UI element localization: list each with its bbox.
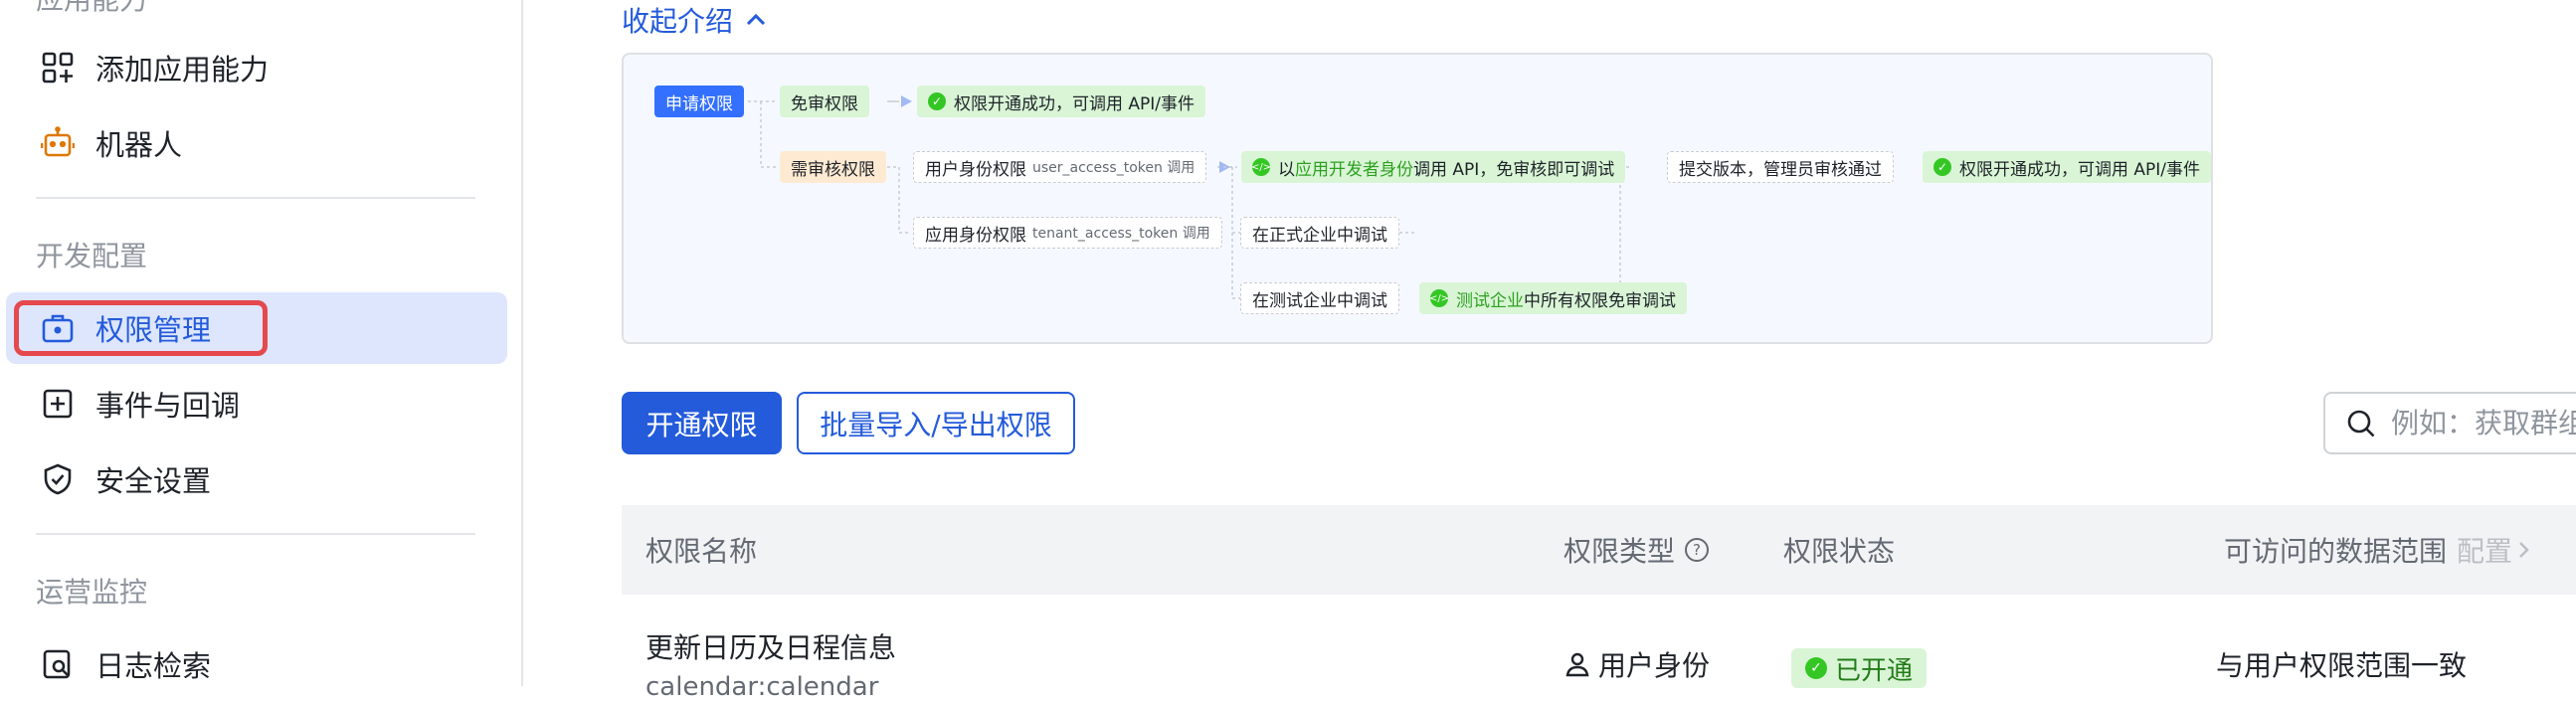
check-circle-icon: ✓: [928, 92, 946, 110]
flow-node-user-auth: 用户身份权限 user_access_token 调用: [913, 151, 1207, 183]
chevron-right-icon: [2519, 542, 2529, 558]
permission-table-header: 权限名称 权限类型 ? 权限状态 可访问的数据范围 配置: [622, 505, 2576, 595]
flow-node-apply: 申请权限: [654, 86, 744, 117]
section-app-capabilities: 应用能力: [36, 0, 147, 18]
column-header-type: 权限类型 ?: [1564, 505, 1710, 595]
enable-permission-button[interactable]: 开通权限: [622, 392, 782, 454]
collapse-intro-label: 收起介绍: [622, 5, 734, 38]
sidebar-item-permissions[interactable]: 权限管理: [6, 292, 507, 364]
flow-node-text: 以: [1278, 159, 1295, 180]
column-header-label: 可访问的数据范围: [2224, 535, 2448, 568]
flow-node-free: 免审权限: [780, 86, 869, 117]
sidebar-item-label: 权限管理: [95, 313, 212, 347]
permission-name: 更新日历及日程信息: [645, 631, 897, 664]
permission-type: 用户身份: [1564, 644, 1710, 684]
permission-search-box[interactable]: [2323, 392, 2576, 454]
developer-icon: </>: [1429, 289, 1449, 307]
flow-node-review: 需审核权限: [780, 151, 886, 183]
table-row[interactable]: 更新日历及日程信息 calendar:calendar 用户身份 ✓ 已开通 与…: [622, 595, 2576, 702]
briefcase-lock-icon: [38, 308, 78, 348]
status-badge-label: 已开通: [1835, 655, 1914, 686]
flow-node-submit: 提交版本，管理员审核通过: [1667, 151, 1894, 183]
sidebar-divider: [36, 533, 475, 535]
flow-node-test-debug: 在测试企业中调试: [1240, 282, 1399, 314]
permission-type-label: 用户身份: [1598, 649, 1711, 682]
sidebar-item-add-capability[interactable]: 添加应用能力: [6, 32, 507, 103]
column-header-status: 权限状态: [1783, 535, 1896, 568]
permission-scope: 与用户权限范围一致: [2216, 649, 2468, 682]
scope-config-link[interactable]: 配置: [2457, 530, 2534, 570]
check-circle-icon: ✓: [1933, 158, 1951, 176]
developer-icon: </>: [1251, 158, 1271, 176]
sidebar-divider: [36, 197, 475, 199]
section-ops-monitor: 运营监控: [36, 576, 148, 609]
sidebar-item-robot[interactable]: 机器人: [6, 107, 507, 179]
flow-node-tenant-auth: 应用身份权限 tenant_access_token 调用: [913, 217, 1222, 249]
collapse-intro-toggle[interactable]: 收起介绍: [622, 0, 769, 40]
robot-icon: [38, 123, 78, 163]
column-header-name: 权限名称: [645, 535, 758, 568]
shield-check-icon: [38, 459, 78, 499]
flow-node-text: 权限开通成功，可调用 API/事件: [954, 93, 1196, 114]
flow-node-subtext: tenant_access_token 调用: [1032, 226, 1210, 242]
flow-node-prod-debug: 在正式企业中调试: [1240, 217, 1399, 249]
flow-node-text: 中所有权限免审调试: [1524, 290, 1676, 311]
flow-node-test-free: </> 测试企业 中所有权限免审调试: [1419, 282, 1687, 314]
permission-flow-diagram: 申请权限 免审权限 ✓ 权限开通成功，可调用 API/事件 需审核权限 用户身份…: [622, 53, 2213, 344]
flow-node-text: 应用身份权限: [925, 225, 1026, 246]
search-input[interactable]: [2391, 407, 2576, 439]
flow-node-final-result: ✓ 权限开通成功，可调用 API/事件: [1923, 151, 2211, 183]
sidebar-item-label: 添加应用能力: [95, 53, 270, 87]
grid-plus-icon: [38, 48, 78, 88]
sidebar-item-security[interactable]: 安全设置: [6, 443, 507, 515]
scope-config-label: 配置: [2457, 535, 2513, 568]
sidebar-item-label: 事件与回调: [95, 389, 241, 423]
log-search-icon: [38, 644, 78, 684]
column-header-scope: 可访问的数据范围 配置: [2224, 505, 2534, 595]
help-circle-icon[interactable]: ?: [1685, 538, 1710, 562]
sidebar-item-label: 日志检索: [95, 649, 212, 683]
flow-node-subtext: user_access_token 调用: [1032, 160, 1196, 176]
sidebar-item-label: 安全设置: [95, 464, 212, 498]
sidebar: 应用能力 添加应用能力 机器人 开发配置 权限管理: [0, 0, 523, 686]
flow-node-highlight: 测试企业: [1456, 290, 1524, 311]
sidebar-item-label: 机器人: [95, 128, 183, 162]
flow-node-dev-debug: </> 以应用开发者身份 调用 API，免审核即可调试: [1241, 151, 1626, 183]
user-icon: [1565, 652, 1589, 677]
flow-node-text: 调用 API，免审核即可调试: [1413, 159, 1615, 180]
sidebar-item-log-search[interactable]: 日志检索: [6, 628, 507, 700]
check-circle-icon: ✓: [1805, 657, 1827, 679]
section-dev-config: 开发配置: [36, 240, 148, 272]
search-icon: [2347, 410, 2375, 437]
plus-square-icon: [38, 384, 78, 424]
sidebar-item-events[interactable]: 事件与回调: [6, 368, 507, 439]
column-header-label: 权限类型: [1564, 535, 1676, 568]
flow-node-text: 权限开通成功，可调用 API/事件: [1959, 159, 2201, 180]
chevron-up-icon: [746, 13, 766, 26]
permission-code: calendar:calendar: [645, 672, 879, 702]
flow-node-free-result: ✓ 权限开通成功，可调用 API/事件: [917, 86, 1206, 117]
batch-import-export-button[interactable]: 批量导入/导出权限: [797, 392, 1075, 454]
flow-node-highlight: 应用开发者身份: [1295, 159, 1413, 180]
status-badge: ✓ 已开通: [1791, 648, 1928, 688]
flow-node-text: 用户身份权限: [925, 159, 1026, 180]
